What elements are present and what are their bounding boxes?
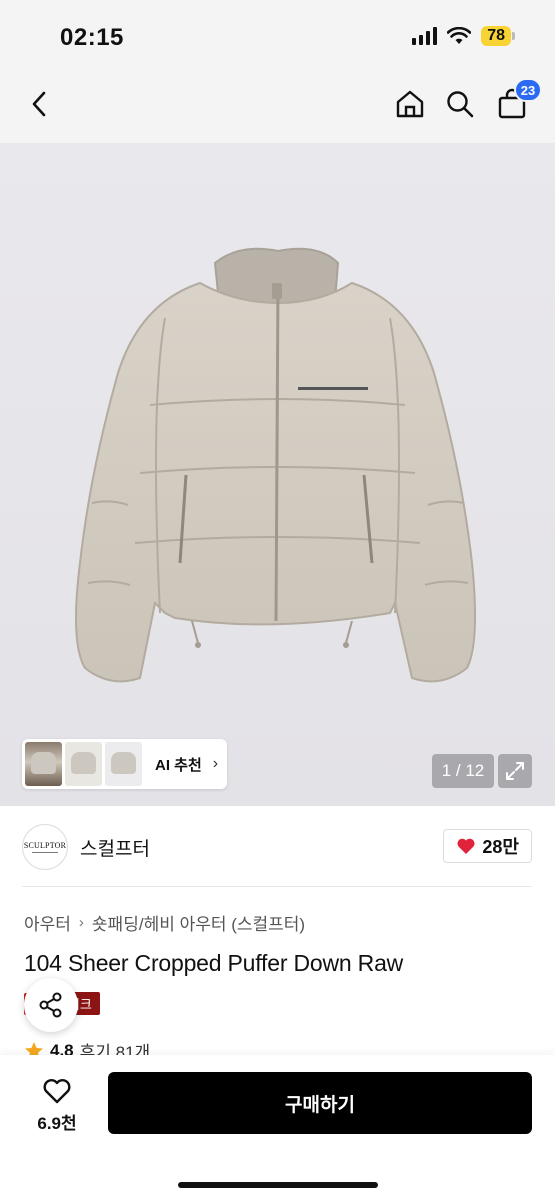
top-nav-bar: 23: [0, 70, 555, 143]
cart-count-badge: 23: [514, 78, 542, 102]
expand-icon: [506, 762, 524, 780]
chevron-right-icon: ›: [212, 755, 219, 772]
divider: [22, 886, 532, 887]
brand-like-count: 28만: [482, 837, 519, 857]
home-indicator: [178, 1182, 378, 1188]
brand-like-button[interactable]: 28만: [443, 829, 532, 863]
back-button[interactable]: [22, 86, 58, 122]
thumbnail-image[interactable]: [65, 742, 102, 786]
brand-name[interactable]: 스컬프터: [80, 834, 150, 861]
thumbnail-image[interactable]: [105, 742, 142, 786]
battery-icon: 78: [481, 26, 515, 46]
status-icons: 78: [412, 26, 515, 46]
expand-image-button[interactable]: [498, 754, 532, 788]
chevron-left-icon: [32, 91, 46, 117]
brand-row[interactable]: SCULPTOR 스컬프터 28만: [22, 820, 532, 874]
wifi-icon: [447, 27, 472, 44]
battery-level: 78: [481, 26, 511, 46]
breadcrumb: 아우터 › 숏패딩/헤비 아우터 (스컬프터): [24, 910, 305, 935]
bottom-action-bar: 6.9천 구매하기: [0, 1055, 555, 1200]
ai-recommend-strip[interactable]: AI 추천 ›: [22, 739, 228, 789]
status-bar: 02:15 78: [0, 0, 555, 70]
product-photo: [75, 247, 477, 683]
share-button[interactable]: [24, 978, 78, 1032]
breadcrumb-item[interactable]: 숏패딩/헤비 아우터 (스컬프터): [92, 910, 305, 935]
thumbnail-image[interactable]: [25, 742, 62, 786]
image-page-counter: 1 / 12: [432, 754, 494, 788]
search-button[interactable]: [442, 86, 478, 122]
buy-button[interactable]: 구매하기: [108, 1072, 532, 1134]
wishlist-button[interactable]: 6.9천: [26, 1075, 88, 1135]
search-icon: [447, 91, 474, 118]
heart-outline-icon: [43, 1078, 71, 1103]
status-time: 02:15: [60, 24, 124, 51]
home-icon: [396, 90, 424, 118]
share-icon: [39, 992, 62, 1018]
wishlist-count: 6.9천: [37, 1113, 77, 1133]
breadcrumb-item[interactable]: 아우터: [24, 910, 71, 935]
heart-icon: [457, 838, 475, 854]
cart-button[interactable]: 23: [494, 78, 542, 122]
product-title: 104 Sheer Cropped Puffer Down Raw: [24, 950, 404, 976]
product-image-gallery[interactable]: AI 추천 › 1 / 12: [0, 143, 555, 806]
brand-logo[interactable]: SCULPTOR: [22, 824, 68, 870]
home-button[interactable]: [392, 86, 428, 122]
chevron-right-icon: ›: [78, 914, 84, 931]
cellular-signal-icon: [412, 27, 438, 45]
ai-recommend-label: AI 추천: [155, 756, 202, 774]
